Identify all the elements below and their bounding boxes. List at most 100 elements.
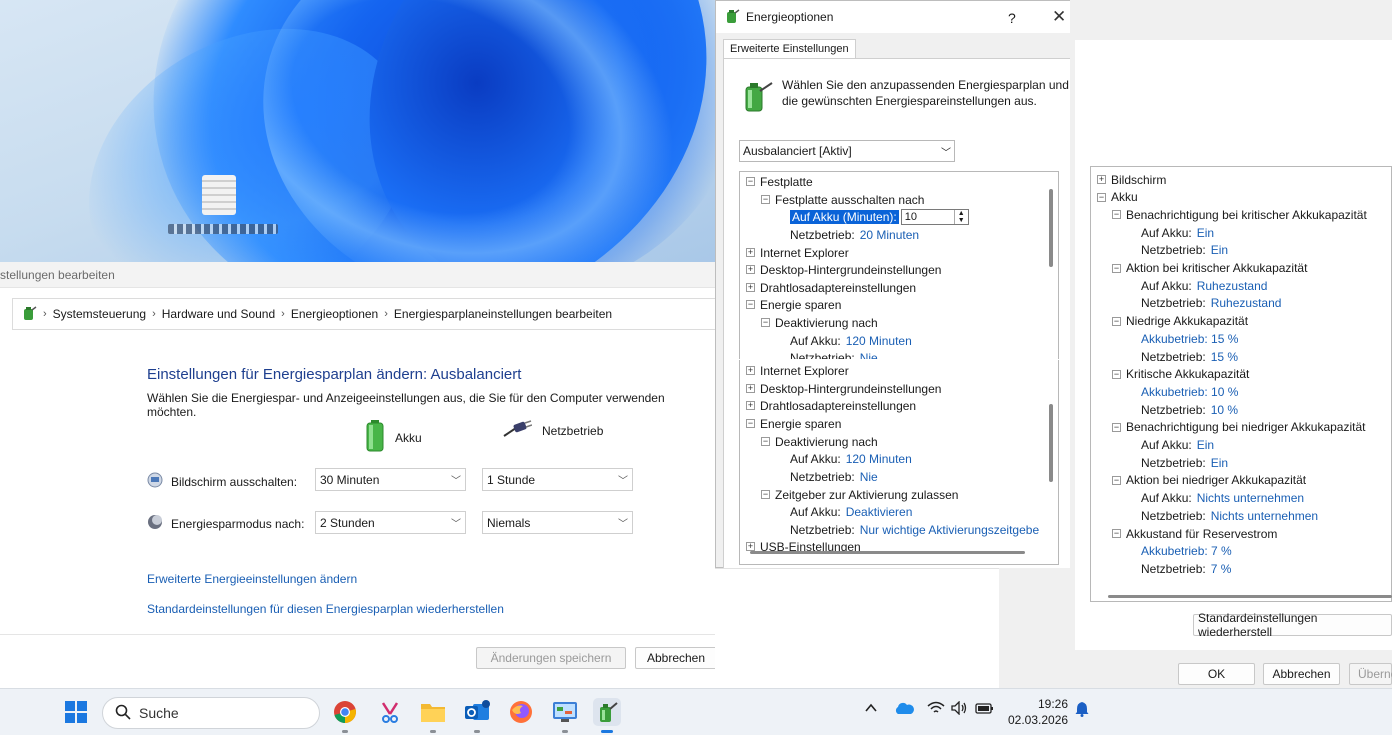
cancel-button[interactable]: Abbrechen: [1263, 663, 1340, 685]
tab-advanced-settings[interactable]: Erweiterte Einstellungen: [723, 39, 856, 59]
display-off-battery-select[interactable]: 30 Minuten ﹀: [315, 468, 466, 491]
power-options-icon[interactable]: [593, 698, 621, 726]
tree-node[interactable]: + Bildschirm: [1097, 171, 1166, 188]
tree-node[interactable]: − Energie sparen: [746, 296, 841, 313]
breadcrumb-item[interactable]: Energieoptionen: [291, 307, 378, 321]
close-button[interactable]: ✕: [1052, 7, 1066, 27]
setting-value[interactable]: 10 %: [1211, 403, 1238, 417]
setting-value[interactable]: Ein: [1197, 226, 1214, 240]
chevron-up-icon[interactable]: [864, 701, 878, 718]
tree-setting-row[interactable]: Netzbetrieb: Nie: [790, 349, 878, 360]
setting-value[interactable]: Ein: [1211, 456, 1228, 470]
ok-button[interactable]: OK: [1178, 663, 1255, 685]
tree-node[interactable]: + Internet Explorer: [746, 244, 849, 261]
setting-value[interactable]: Ruhezustand: [1197, 279, 1268, 293]
setting-value[interactable]: Nur wichtige Aktivierungszeitgebe: [860, 523, 1039, 537]
setting-value[interactable]: 7 %: [1211, 562, 1232, 576]
advanced-settings-link[interactable]: Erweiterte Energieeinstellungen ändern: [147, 572, 357, 586]
cancel-button[interactable]: Abbrechen: [635, 647, 717, 669]
setting-value[interactable]: 120 Minuten: [846, 452, 912, 466]
vertical-scrollbar[interactable]: [1049, 189, 1053, 267]
setting-value[interactable]: 20 Minuten: [860, 228, 919, 242]
tree-node[interactable]: + Drahtlosadaptereinstellungen: [746, 279, 916, 296]
wifi-icon[interactable]: [927, 701, 945, 718]
tree-setting-row[interactable]: Auf Akku: Ein: [1141, 437, 1214, 454]
chrome-icon[interactable]: [331, 698, 359, 726]
settings-tree-scrolled[interactable]: + Internet Explorer + Desktop-Hintergrunde…: [739, 360, 1059, 565]
tree-node[interactable]: + Desktop-Hintergrundeinstellungen: [746, 380, 941, 397]
tree-node[interactable]: − Aktion bei niedriger Akkukapazität: [1112, 472, 1306, 489]
setting-value[interactable]: Ein: [1197, 438, 1214, 452]
tree-node[interactable]: − Festplatte: [746, 173, 813, 190]
tree-node[interactable]: + Drahtlosadaptereinstellungen: [746, 397, 916, 414]
sleep-battery-select[interactable]: 2 Stunden ﹀: [315, 511, 466, 534]
tree-setting-row[interactable]: Netzbetrieb: 15 %: [1141, 348, 1238, 365]
tree-node[interactable]: − Deaktivierung nach: [761, 314, 878, 331]
onedrive-icon[interactable]: [894, 701, 914, 718]
tree-setting-row[interactable]: Netzbetrieb: 7 %: [1141, 560, 1231, 577]
restore-defaults-link[interactable]: Standardeinstellungen für diesen Energie…: [147, 602, 504, 616]
tree-setting-row[interactable]: Netzbetrieb: 20 Minuten: [790, 226, 919, 243]
horizontal-scrollbar[interactable]: [1108, 595, 1392, 598]
setting-value[interactable]: Nichts unternehmen: [1197, 491, 1304, 505]
tree-setting-row[interactable]: Netzbetrieb: Nie: [790, 468, 878, 485]
start-icon[interactable]: [62, 698, 90, 726]
tree-node[interactable]: + Desktop-Hintergrundeinstellungen: [746, 261, 941, 278]
tree-setting-row[interactable]: Auf Akku: Ein: [1141, 224, 1214, 241]
tree-node[interactable]: − Deaktivierung nach: [761, 433, 878, 450]
notification-bell-icon[interactable]: [1075, 701, 1089, 720]
outlook-icon[interactable]: [463, 698, 491, 726]
tree-setting-row[interactable]: Netzbetrieb: Nur wichtige Aktivierungszei…: [790, 521, 1039, 538]
tree-setting-row[interactable]: Netzbetrieb: Ein: [1141, 454, 1228, 471]
tree-setting-row[interactable]: Auf Akku: 120 Minuten: [790, 450, 912, 467]
snipping-tool-icon[interactable]: [376, 698, 404, 726]
battery-charging-icon[interactable]: [975, 701, 995, 718]
setting-value[interactable]: Deaktivieren: [846, 505, 913, 519]
plan-select[interactable]: Ausbalanciert [Aktiv] ﹀: [739, 140, 955, 162]
spin-arrows-icon[interactable]: ▲ ▼: [953, 209, 968, 224]
tree-setting-row[interactable]: Netzbetrieb: Ein: [1141, 242, 1228, 259]
firefox-icon[interactable]: [507, 698, 535, 726]
tree-setting-row[interactable]: Netzbetrieb: Nichts unternehmen: [1141, 507, 1318, 524]
setting-value[interactable]: 15 %: [1211, 350, 1238, 364]
tree-setting-row[interactable]: Auf Akku: 120 Minuten: [790, 332, 912, 349]
speaker-icon[interactable]: [951, 700, 969, 718]
minutes-spinbox[interactable]: 10 ▲ ▼: [900, 208, 969, 225]
control-panel-icon[interactable]: [551, 698, 579, 726]
save-changes-button[interactable]: Änderungen speichern: [476, 647, 626, 669]
breadcrumb-item[interactable]: Energiesparplaneinstellungen bearbeiten: [394, 307, 612, 321]
breadcrumb-item[interactable]: Hardware und Sound: [162, 307, 275, 321]
tree-setting-row[interactable]: Akkubetrieb: 15 %: [1141, 330, 1238, 347]
setting-value[interactable]: 120 Minuten: [846, 334, 912, 348]
desktop-file-icon[interactable]: [202, 175, 236, 215]
tree-node[interactable]: + Internet Explorer: [746, 362, 849, 379]
tree-setting-row[interactable]: Auf Akku (Minuten): 10 ▲ ▼: [790, 208, 969, 225]
tree-setting-row[interactable]: Auf Akku: Ruhezustand: [1141, 277, 1267, 294]
horizontal-scrollbar[interactable]: [750, 551, 1025, 554]
file-explorer-icon[interactable]: [419, 698, 447, 726]
tree-node[interactable]: − Festplatte ausschalten nach: [761, 191, 924, 208]
tree-setting-row[interactable]: Netzbetrieb: Ruhezustand: [1141, 295, 1281, 312]
setting-value[interactable]: Ein: [1211, 243, 1228, 257]
restore-plan-defaults-button[interactable]: Standardeinstellungen wiederherstell: [1193, 611, 1392, 639]
tree-setting-row[interactable]: Auf Akku: Nichts unternehmen: [1141, 490, 1304, 507]
setting-value[interactable]: Nichts unternehmen: [1211, 509, 1318, 523]
tree-setting-row[interactable]: Auf Akku: Deaktivieren: [790, 503, 912, 520]
display-off-plugged-select[interactable]: 1 Stunde ﹀: [482, 468, 633, 491]
tree-node[interactable]: − Akku: [1097, 189, 1138, 206]
apply-button[interactable]: Überne: [1349, 663, 1392, 685]
tree-node[interactable]: − Benachrichtigung bei kritischer Akkukap…: [1112, 206, 1367, 223]
setting-value[interactable]: Akkubetrieb: 10 %: [1141, 385, 1238, 399]
setting-value[interactable]: Nie: [860, 351, 878, 360]
setting-value[interactable]: Nie: [860, 470, 878, 484]
tree-node[interactable]: − Benachrichtigung bei niedriger Akkukapa…: [1112, 419, 1365, 436]
search-box[interactable]: Suche: [102, 697, 320, 729]
battery-settings-tree[interactable]: + Bildschirm − Akku − Benachrichtigung bei kr…: [1090, 166, 1392, 602]
setting-value[interactable]: Ruhezustand: [1211, 296, 1282, 310]
vertical-scrollbar[interactable]: [1049, 404, 1053, 482]
tree-setting-row[interactable]: Akkubetrieb: 7 %: [1141, 543, 1232, 560]
clock[interactable]: 19:26 02.03.2026: [1008, 696, 1068, 728]
tree-node[interactable]: − Niedrige Akkukapazität: [1112, 313, 1248, 330]
address-bar[interactable]: › Systemsteuerung › Hardware und Sound ›…: [12, 298, 715, 330]
tree-node[interactable]: − Energie sparen: [746, 415, 841, 432]
